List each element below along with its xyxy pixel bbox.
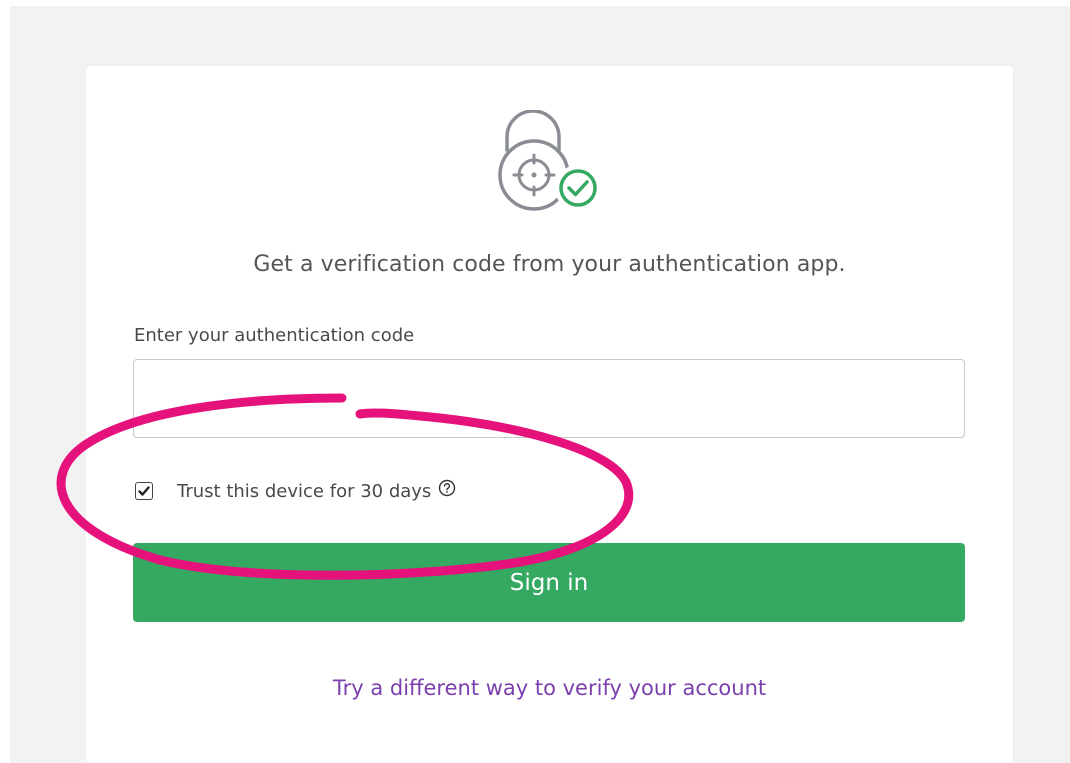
code-field-label: Enter your authentication code [134,325,415,346]
trust-device-row[interactable]: Trust this device for 30 days [135,479,456,503]
alternate-verification-link[interactable]: Try a different way to verify your accou… [86,676,1013,700]
authentication-code-input[interactable] [133,359,965,438]
verification-prompt: Get a verification code from your authen… [253,252,846,277]
checkmark-icon [138,486,150,496]
trust-device-label: Trust this device for 30 days [177,480,432,502]
sign-in-button[interactable]: Sign in [133,543,965,622]
lock-with-check-icon [498,110,601,211]
trust-device-checkbox[interactable] [135,482,153,500]
question-circle-icon[interactable] [438,479,456,497]
